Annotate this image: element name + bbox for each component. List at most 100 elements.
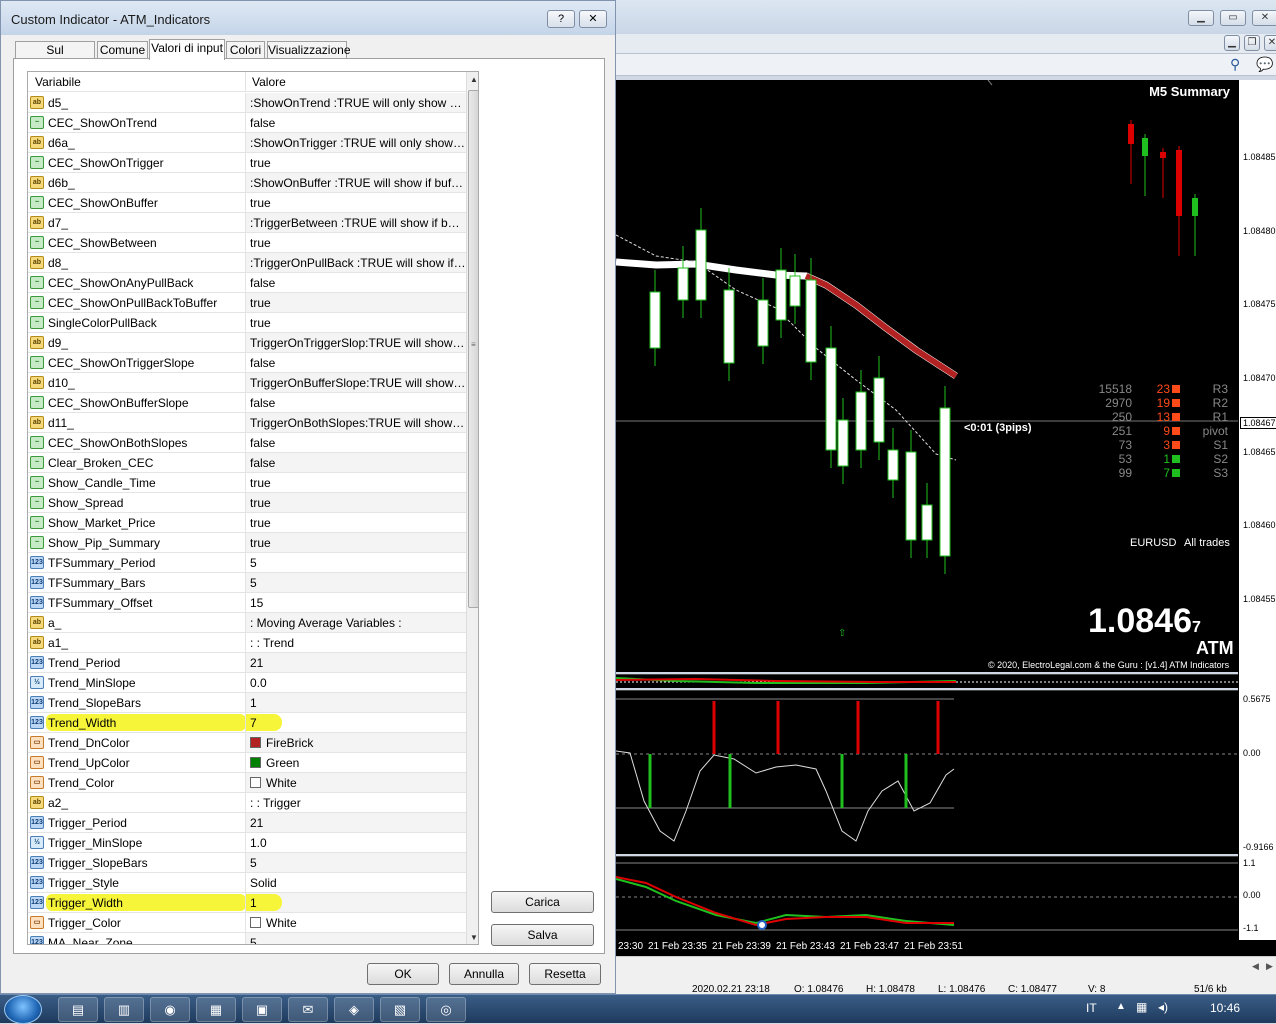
dialog-close-button[interactable]: ✕ [579,10,607,28]
child-minimize-button[interactable]: ▁ [1224,35,1240,51]
taskbar-terminal-icon[interactable]: ◈ [334,997,374,1022]
input-row[interactable]: ab d6a_:ShowOnTrigger :TRUE will only sho… [28,133,466,153]
maximize-button[interactable]: ▭ [1220,10,1246,26]
input-row[interactable]: 123 Trigger_Style Solid [28,873,466,893]
taskbar-notepad-icon[interactable]: ▤ [58,997,98,1022]
scroll-down-arrow-icon[interactable]: ▼ [468,931,478,944]
scroll-left-icon[interactable]: ◀ [1252,961,1259,972]
input-value-cell[interactable]: TriggerOnBufferSlope:TRUE will show if b… [245,373,466,392]
child-close-button[interactable]: ✕ [1264,35,1276,51]
indicator-window-3[interactable] [615,856,1238,940]
input-value-cell[interactable]: 5 [245,573,466,592]
input-row[interactable]: ~ CEC_ShowBetween true [28,233,466,253]
input-row[interactable]: ~ CEC_ShowOnTriggerSlope false [28,353,466,373]
input-value-cell[interactable]: :ShowOnTrigger :TRUE will only show if n… [245,133,466,152]
input-value-cell[interactable]: White [245,773,466,792]
input-row[interactable]: ab d5_:ShowOnTrend :TRUE will only show w… [28,93,466,113]
taskbar-firefox-icon[interactable]: ◉ [150,997,190,1022]
chat-icon[interactable]: 💬 [1256,56,1273,73]
scroll-thumb[interactable]: ≡ [468,90,478,608]
clock[interactable]: 10:46 [1210,1001,1240,1015]
input-value-cell[interactable]: true [245,513,466,532]
input-row[interactable]: ~ CEC_ShowOnAnyPullBack false [28,273,466,293]
input-row[interactable]: ~ Clear_Broken_CEC false [28,453,466,473]
input-row[interactable]: 123 Trigger_Width 1 [28,893,466,913]
input-value-cell[interactable]: 5 [245,933,466,944]
input-row[interactable]: ▭ Trigger_Color White [28,913,466,933]
scroll-right-icon[interactable]: ▶ [1266,961,1273,972]
input-row[interactable]: ~ Show_Pip_Summary true [28,533,466,553]
tab-valori-di-input[interactable]: Valori di input [149,39,225,60]
input-value-cell[interactable]: White [245,913,466,932]
input-value-cell[interactable]: true [245,293,466,312]
input-row[interactable]: 123 Trigger_Period 21 [28,813,466,833]
load-button[interactable]: Carica [491,891,594,913]
input-row[interactable]: ~ Show_Market_Price true [28,513,466,533]
input-row[interactable]: ab d9_ TriggerOnTriggerSlop:TRUE will show… [28,333,466,353]
input-value-cell[interactable]: TriggerOnTriggerSlop:TRUE will show if t… [245,333,466,352]
input-row[interactable]: 123 TFSummary_Period 5 [28,553,466,573]
input-row[interactable]: 123 Trigger_SlopeBars 5 [28,853,466,873]
column-divider[interactable] [245,72,246,92]
input-value-cell[interactable]: : Moving Average Variables : [245,613,466,632]
input-value-cell[interactable]: 1.0 [245,833,466,852]
input-row[interactable]: ▭ Trend_UpColor Green [28,753,466,773]
input-row[interactable]: ▭ Trend_DnColor FireBrick [28,733,466,753]
input-row[interactable]: 123 TFSummary_Bars 5 [28,573,466,593]
input-value-cell[interactable]: true [245,493,466,512]
terminal-close-button[interactable]: ✕ [1252,10,1276,26]
start-button[interactable] [4,995,42,1024]
save-button[interactable]: Salva [491,924,594,946]
taskbar-notes-icon[interactable]: ▥ [104,997,144,1022]
input-row[interactable]: 123 Trend_Period 21 [28,653,466,673]
input-value-cell[interactable]: true [245,473,466,492]
column-header-value[interactable]: Valore [252,75,286,89]
child-restore-button[interactable]: ❐ [1244,35,1260,51]
input-value-cell[interactable]: 0.0 [245,673,466,692]
volume-icon[interactable]: ◂) [1158,1000,1168,1014]
input-value-cell[interactable]: :ShowOnBuffer :TRUE will show if buffer … [245,173,466,192]
input-value-cell[interactable]: true [245,313,466,332]
input-value-cell[interactable]: :TriggerOnPullBack :TRUE will show if pu… [245,253,466,272]
input-value-cell[interactable]: Solid [245,873,466,892]
help-button[interactable]: ? [547,10,575,28]
dialog-titlebar[interactable]: Custom Indicator - ATM_Indicators ? ✕ [1,1,615,35]
input-value-cell[interactable]: false [245,433,466,452]
taskbar-image-icon[interactable]: ▧ [380,997,420,1022]
column-header-variable[interactable]: Variabile [35,75,81,89]
taskbar-mail-icon[interactable]: ✉ [288,997,328,1022]
input-row[interactable]: ab a2_ : : Trigger [28,793,466,813]
input-value-cell[interactable]: true [245,533,466,552]
input-row[interactable]: 123 Trend_SlopeBars 1 [28,693,466,713]
input-row[interactable]: ½ Trend_MinSlope 0.0 [28,673,466,693]
input-value-cell[interactable]: 7 [245,713,466,732]
input-row[interactable]: ab d11_ TriggerOnBothSlopes:TRUE will show… [28,413,466,433]
scroll-up-arrow-icon[interactable]: ▲ [468,73,478,87]
input-row[interactable]: ~ CEC_ShowOnBothSlopes false [28,433,466,453]
input-value-cell[interactable]: 1 [245,893,466,912]
input-row[interactable]: ▭ Trend_Color White [28,773,466,793]
cancel-button[interactable]: Annulla [449,963,519,985]
input-value-cell[interactable]: 5 [245,553,466,572]
input-value-cell[interactable]: 21 [245,653,466,672]
price-chart[interactable]: ⇧ M5 Summary <0:01 (3pips) 15518 23 R3 2970… [616,80,1238,672]
grid-vertical-scrollbar[interactable]: ▲ ≡ ▼ [466,72,478,944]
input-value-cell[interactable]: : : Trigger [245,793,466,812]
input-value-cell[interactable]: 21 [245,813,466,832]
input-row[interactable]: ~ Show_Spread true [28,493,466,513]
input-row[interactable]: ~ CEC_ShowOnBufferSlope false [28,393,466,413]
input-row[interactable]: 123 MA_Near_Zone 5 [28,933,466,944]
taskbar-chrome-icon[interactable]: ◎ [426,997,466,1022]
input-row[interactable]: ~ SingleColorPullBack true [28,313,466,333]
input-value-cell[interactable]: Green [245,753,466,772]
input-value-cell[interactable]: true [245,233,466,252]
input-value-cell[interactable]: :ShowOnTrend :TRUE will only show with .… [245,93,466,112]
indicator-window-2[interactable] [615,690,1238,854]
language-indicator[interactable]: IT [1086,1001,1097,1015]
input-value-cell[interactable]: false [245,113,466,132]
input-value-cell[interactable]: :TriggerBetween :TRUE will show if betwe… [245,213,466,232]
input-value-cell[interactable]: 5 [245,853,466,872]
input-row[interactable]: ab d7_:TriggerBetween :TRUE will show if … [28,213,466,233]
input-row[interactable]: ab d10_ TriggerOnBufferSlope:TRUE will sho… [28,373,466,393]
minimize-button[interactable]: ▁ [1188,10,1214,26]
